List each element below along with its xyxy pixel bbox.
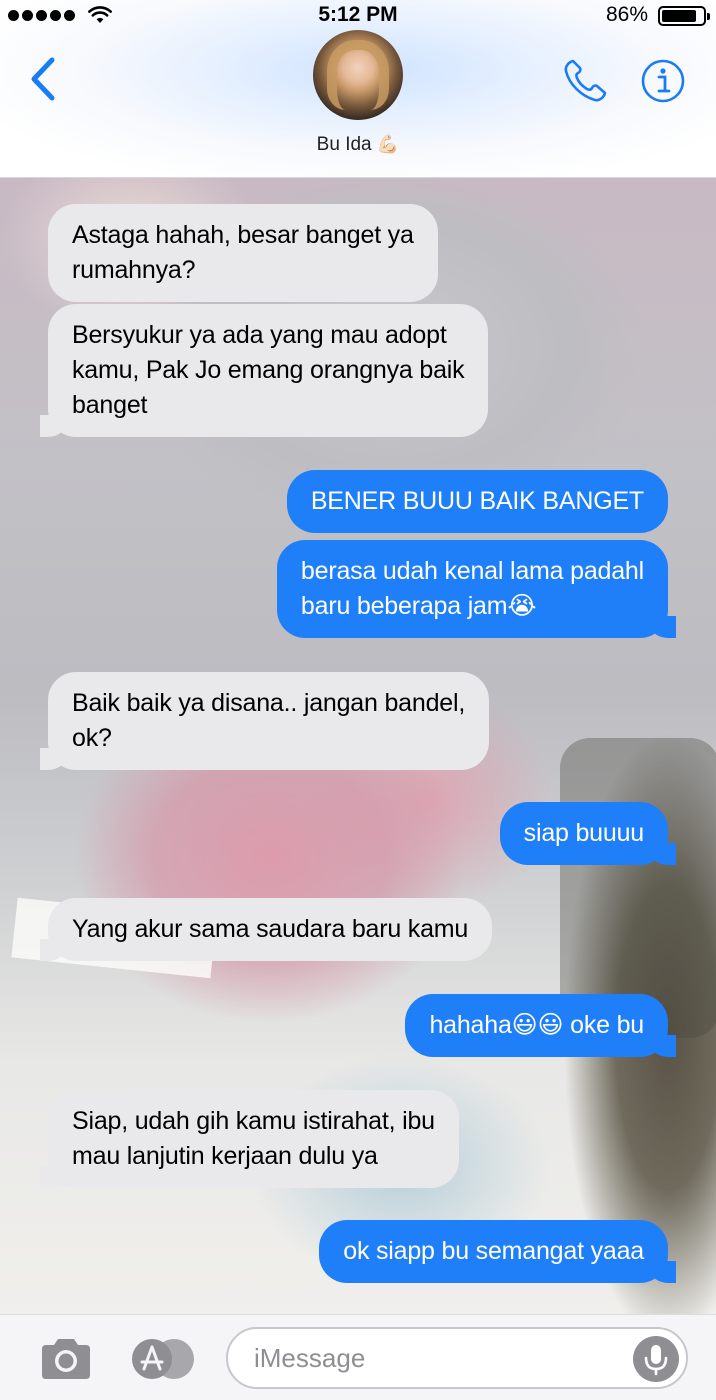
info-button[interactable]: [640, 58, 686, 104]
message-line: baru beberapa jam😭: [300, 592, 537, 620]
phone-icon: [564, 59, 607, 102]
info-icon: [641, 59, 685, 103]
message-bubble-outgoing[interactable]: BENER BUUU BAIK BANGET: [286, 470, 668, 533]
message-bubble-outgoing[interactable]: berasa udah kenal lama padahl baru beber…: [276, 540, 677, 638]
message-bubble-incoming[interactable]: Astaga hahah, besar banget ya rumahnya?: [48, 204, 438, 302]
message-line: berasa udah kenal lama padahl: [300, 557, 644, 585]
message-line: Yang akur sama saudara baru kamu: [72, 915, 469, 943]
message-line: Bersyukur ya ada yang mau adopt: [72, 321, 447, 349]
battery-percent: 86%: [605, 3, 648, 26]
message-bubble-incoming[interactable]: Yang akur sama saudara baru kamu: [39, 898, 493, 961]
message-bubble-incoming[interactable]: Baik baik ya disana.. jangan bandel, ok?: [39, 672, 490, 770]
message-line: mau lanjutin kerjaan dulu ya: [72, 1142, 378, 1170]
contact-avatar[interactable]: [313, 30, 403, 120]
battery-icon: [658, 6, 710, 26]
status-bar: 5:12 PM 86%: [0, 0, 716, 30]
message-bubble-outgoing[interactable]: hahaha😃😃 oke bu: [405, 994, 676, 1057]
message-thread[interactable]: Astaga hahah, besar banget ya rumahnya? …: [0, 178, 716, 1314]
app-store-icon: [132, 1339, 194, 1379]
message-line: Siap, udah gih kamu istirahat, ibu: [72, 1107, 435, 1135]
message-line: ok siapp bu semangat yaaa: [343, 1237, 644, 1265]
message-line: Baik baik ya disana.. jangan bandel,: [72, 689, 466, 717]
message-line: Astaga hahah, besar banget ya: [72, 221, 414, 249]
camera-button[interactable]: [38, 1335, 94, 1383]
message-bubble-outgoing[interactable]: ok siapp bu semangat yaaa: [319, 1220, 676, 1283]
back-button[interactable]: [26, 54, 60, 104]
message-line: hahaha😃😃 oke bu: [429, 1011, 644, 1039]
message-bubble-incoming[interactable]: Siap, udah gih kamu istirahat, ibu mau l…: [40, 1090, 459, 1188]
microphone-button[interactable]: [632, 1335, 680, 1383]
microphone-icon: [633, 1336, 679, 1382]
camera-icon: [42, 1339, 90, 1379]
wallpaper-shadow: [560, 738, 716, 1038]
app-store-button[interactable]: [130, 1337, 196, 1381]
message-line: banget: [72, 391, 148, 419]
message-line: siap buuuu: [523, 819, 645, 847]
message-line: kamu, Pak Jo emang orangnya baik: [72, 356, 465, 384]
message-line: BENER BUUU BAIK BANGET: [310, 487, 644, 515]
battery-fill: [662, 10, 697, 22]
phone-button[interactable]: [560, 56, 610, 106]
flexed-biceps-emoji: 💪🏻: [376, 134, 400, 154]
message-line: rumahnya?: [72, 256, 196, 284]
contact-name-text: Bu Ida: [316, 134, 372, 155]
message-line: ok?: [72, 724, 112, 752]
compose-bar: [0, 1314, 716, 1400]
chevron-left-icon: [31, 57, 55, 101]
message-bubble-incoming[interactable]: Bersyukur ya ada yang mau adopt kamu, Pa…: [39, 304, 489, 437]
imessage-input[interactable]: [226, 1327, 688, 1389]
conversation-header: 5:12 PM 86% Bu Ida 💪🏻: [0, 0, 716, 178]
message-bubble-outgoing[interactable]: siap buuuu: [499, 802, 677, 865]
contact-name[interactable]: Bu Ida 💪🏻: [0, 134, 716, 156]
